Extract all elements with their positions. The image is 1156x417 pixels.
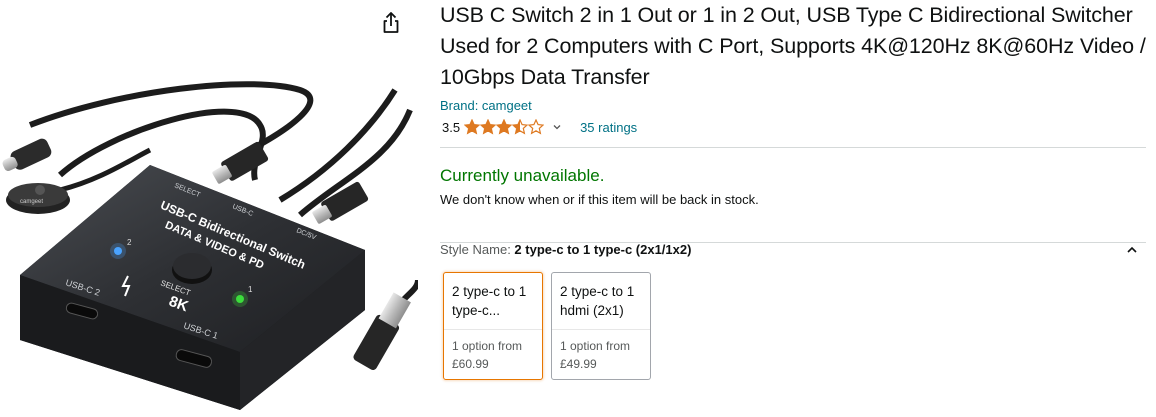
chevron-down-icon[interactable] <box>552 122 562 132</box>
share-icon <box>383 12 399 33</box>
divider <box>440 147 1146 148</box>
style-option-line1: 2 type-c to 1 <box>452 284 527 299</box>
style-option-availability: 1 option from <box>560 339 631 353</box>
style-option-price-block: 1 option from £49.99 <box>552 330 650 373</box>
rating-row: 3.5 35 ratings <box>440 116 1146 138</box>
availability-status: Currently unavailable. <box>440 166 605 185</box>
style-option-line2: type-c... <box>452 303 501 318</box>
product-title: USB C Switch 2 in 1 Out or 1 in 2 Out, U… <box>440 3 1146 89</box>
style-option-line2: hdmi (2x1) <box>560 303 624 318</box>
style-option-1[interactable]: 2 type-c to 1 type-c... 1 option from £6… <box>443 272 543 380</box>
stock-note: We don't know when or if this item will … <box>440 192 759 207</box>
rating-value: 3.5 <box>442 119 461 135</box>
share-button[interactable] <box>378 10 404 36</box>
product-image[interactable]: camgeet USB-C Bidirectional Switch DATA … <box>0 70 421 412</box>
star-icon <box>512 119 529 135</box>
led-1-text: 1 <box>248 285 253 294</box>
star-icon <box>496 119 513 135</box>
star-icon <box>464 119 481 135</box>
style-option-name: 2 type-c to 1 type-c... <box>444 273 542 330</box>
style-option-price-block: 1 option from £60.99 <box>444 330 542 373</box>
brand-link[interactable]: Brand: camgeet <box>440 98 532 113</box>
style-value: 2 type-c to 1 type-c (2x1/1x2) <box>514 242 692 257</box>
led-2-text: 2 <box>127 238 132 247</box>
chevron-up-icon[interactable] <box>1126 245 1138 255</box>
star-icon <box>480 119 497 135</box>
style-option-2[interactable]: 2 type-c to 1 hdmi (2x1) 1 option from £… <box>551 272 651 380</box>
star-icon <box>528 119 545 135</box>
style-option-name: 2 type-c to 1 hdmi (2x1) <box>552 273 650 330</box>
style-option-availability: 1 option from <box>452 339 523 353</box>
style-option-price: £49.99 <box>560 357 597 371</box>
remote-brand-text: camgeet <box>20 199 43 205</box>
style-option-line1: 2 type-c to 1 <box>560 284 635 299</box>
star-rating[interactable] <box>464 119 545 135</box>
ratings-count-link[interactable]: 35 ratings <box>580 120 637 135</box>
style-label: Style Name: <box>440 242 515 257</box>
style-option-price: £60.99 <box>452 357 489 371</box>
product-details: USB C Switch 2 in 1 Out or 1 in 2 Out, U… <box>440 0 1146 243</box>
style-selector-header[interactable]: Style Name: 2 type-c to 1 type-c (2x1/1x… <box>440 242 1146 257</box>
